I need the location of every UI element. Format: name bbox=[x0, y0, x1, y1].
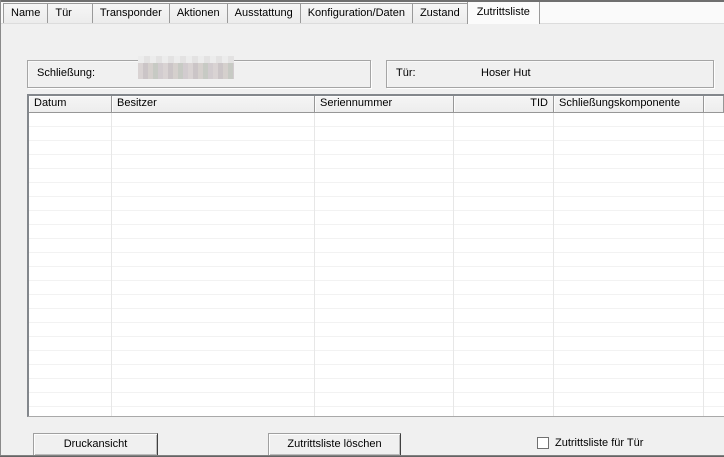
tab-tuer[interactable]: Tür bbox=[47, 3, 93, 23]
door-groupbox: Tür: Hoser Hut bbox=[386, 60, 714, 88]
grid-line bbox=[703, 113, 704, 416]
tab-zutrittsliste[interactable]: Zutrittsliste bbox=[467, 1, 540, 24]
access-list-for-door-checkbox[interactable] bbox=[537, 437, 549, 449]
column-header-empty[interactable] bbox=[704, 96, 724, 113]
table-body-empty[interactable] bbox=[29, 113, 724, 416]
tab-konfiguration-daten[interactable]: Konfiguration/Daten bbox=[300, 3, 413, 23]
grid-line bbox=[111, 113, 112, 416]
column-header-tid[interactable]: TID bbox=[454, 96, 554, 113]
tab-bar: Name Tür Transponder Aktionen Ausstattun… bbox=[1, 2, 724, 24]
redaction-blur bbox=[138, 56, 234, 63]
column-header-besitzer[interactable]: Besitzer bbox=[112, 96, 315, 113]
access-list-for-door-label: Zutrittsliste für Tür bbox=[555, 434, 643, 452]
access-list-window: Name Tür Transponder Aktionen Ausstattun… bbox=[0, 0, 724, 457]
lock-label: Schließung: bbox=[37, 61, 95, 86]
tab-zustand[interactable]: Zustand bbox=[412, 3, 468, 23]
window-border-top bbox=[0, 0, 724, 2]
redaction-blur bbox=[138, 63, 234, 79]
door-label: Tür: bbox=[396, 61, 416, 86]
tab-transponder[interactable]: Transponder bbox=[92, 3, 170, 23]
access-list-table[interactable]: Datum Besitzer Seriennummer TID Schließu… bbox=[27, 94, 724, 417]
grid-line bbox=[314, 113, 315, 416]
tab-name[interactable]: Name bbox=[3, 3, 48, 23]
door-value: Hoser Hut bbox=[481, 61, 531, 86]
print-view-button[interactable]: Druckansicht bbox=[33, 433, 158, 456]
column-header-schliessungskomponente[interactable]: Schließungskomponente bbox=[554, 96, 704, 113]
grid-line bbox=[553, 113, 554, 416]
grid-line bbox=[453, 113, 454, 416]
table-header-row: Datum Besitzer Seriennummer TID Schließu… bbox=[29, 96, 724, 113]
clear-access-list-button[interactable]: Zutrittsliste löschen bbox=[268, 433, 401, 456]
tab-ausstattung[interactable]: Ausstattung bbox=[227, 3, 301, 23]
window-border-left bbox=[0, 0, 1, 457]
lock-value-redacted bbox=[138, 56, 234, 80]
column-header-seriennummer[interactable]: Seriennummer bbox=[315, 96, 454, 113]
tab-aktionen[interactable]: Aktionen bbox=[169, 3, 228, 23]
column-header-datum[interactable]: Datum bbox=[29, 96, 112, 113]
